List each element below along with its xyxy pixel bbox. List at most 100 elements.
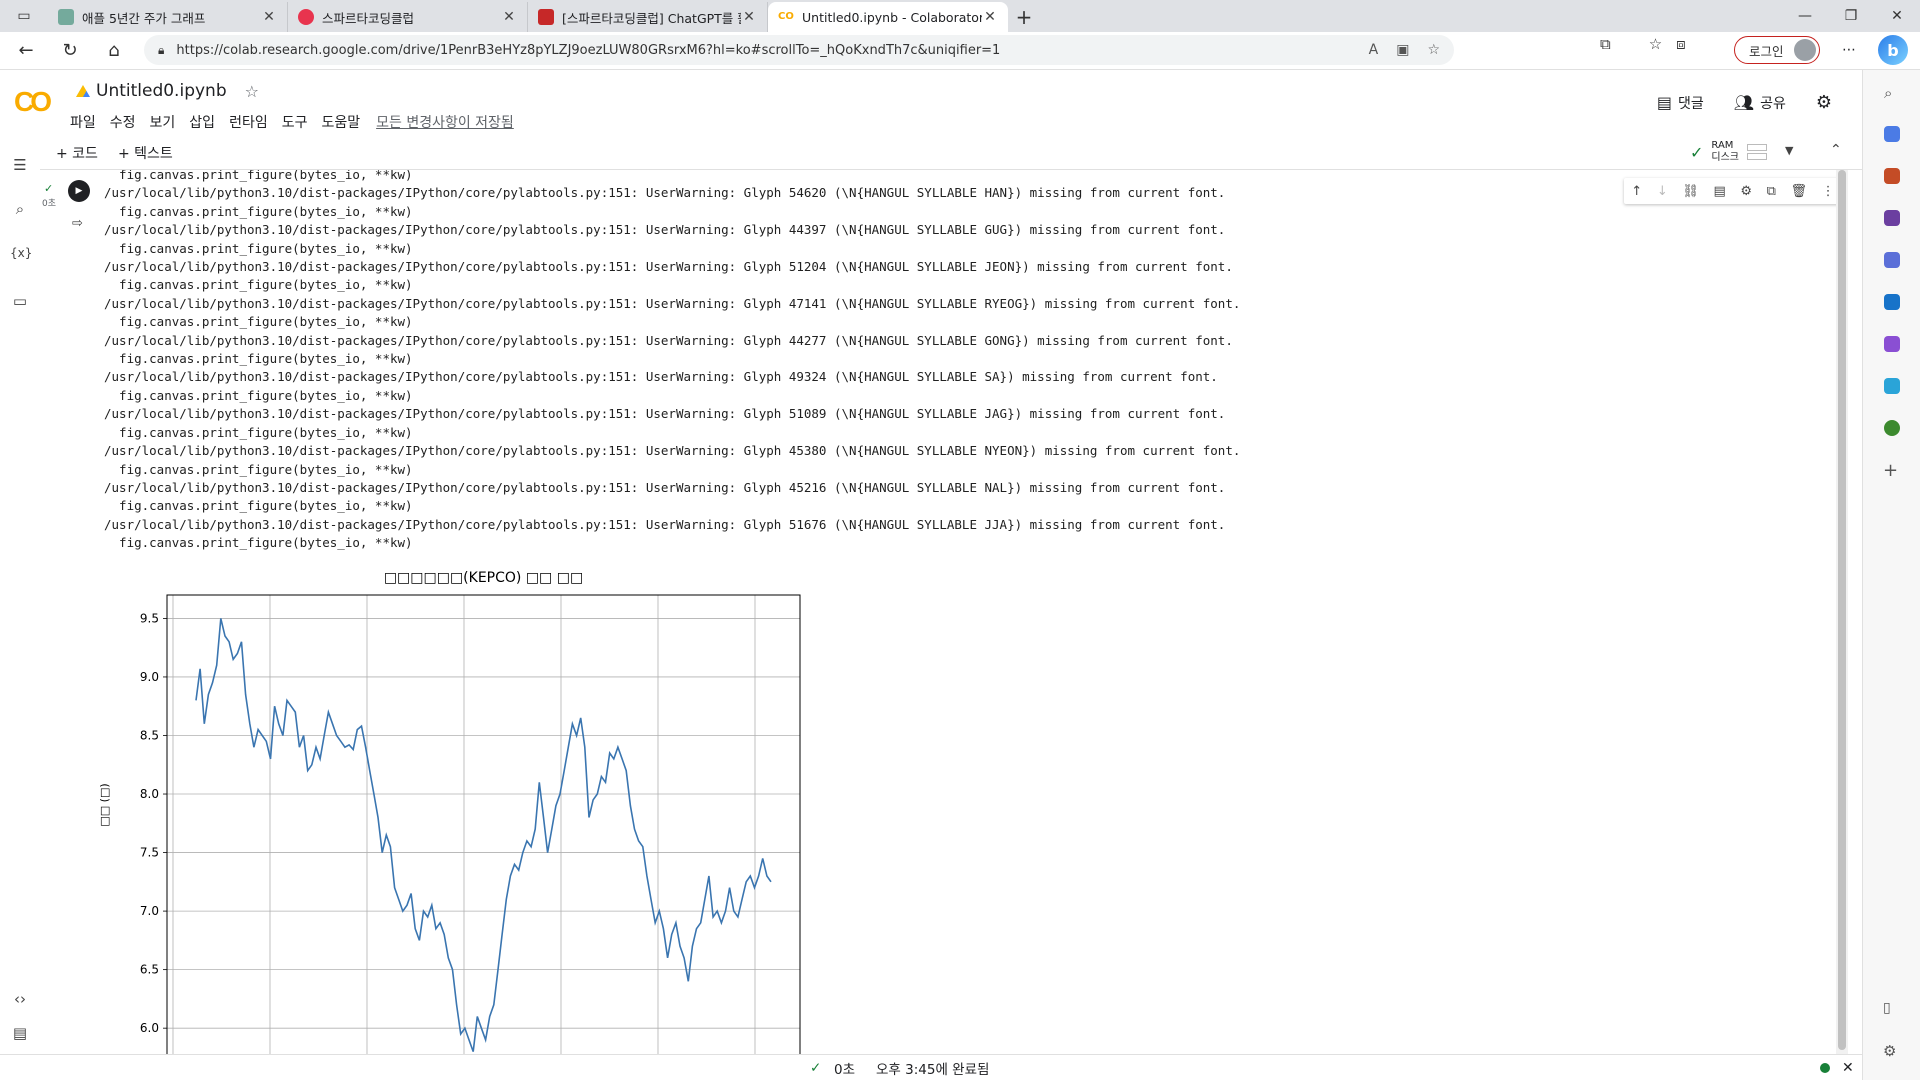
sidebar-settings-icon[interactable]: ⚙ <box>1883 1042 1896 1060</box>
tab-actions-icon[interactable]: ▭ <box>0 0 48 32</box>
close-icon[interactable]: ✕ <box>1842 1060 1854 1076</box>
new-tab-icon[interactable]: + <box>1008 2 1040 32</box>
menu-runtime[interactable]: 런타임 <box>229 112 268 132</box>
share-button[interactable]: 👥︎ 공유 <box>1734 93 1786 113</box>
scrollbar-thumb[interactable] <box>1838 170 1846 1050</box>
reload-icon[interactable]: ↻ <box>52 33 88 69</box>
login-label: 로그인 <box>1749 43 1784 59</box>
favorite-add-icon[interactable]: ☆ <box>1427 42 1440 58</box>
close-tab-icon[interactable]: ✕ <box>261 9 277 25</box>
y-tick-label: 7.0 <box>140 904 159 918</box>
cell-output: fig.canvas.print_figure(bytes_io, **kw) /… <box>104 170 1240 553</box>
office-icon[interactable] <box>1884 252 1900 268</box>
add-text-button[interactable]: + 텍스트 <box>118 143 173 163</box>
lock-icon[interactable]: 🔒︎ <box>158 43 164 58</box>
output-line: /usr/local/lib/python3.10/dist-packages/… <box>104 479 1226 495</box>
notebook-title[interactable]: Untitled0.ipynb <box>96 81 227 101</box>
close-window-icon[interactable]: ✕ <box>1874 0 1920 32</box>
restore-icon[interactable]: ❐ <box>1828 0 1874 32</box>
drive-icon[interactable] <box>76 85 90 97</box>
home-icon[interactable]: ⌂ <box>96 33 132 69</box>
files-icon[interactable]: ▭ <box>10 292 30 310</box>
move-down-icon[interactable]: ↓ <box>1657 184 1668 199</box>
tree-icon[interactable] <box>1884 420 1900 436</box>
games-icon[interactable] <box>1884 210 1900 226</box>
toc-icon[interactable]: ☰ <box>10 156 30 174</box>
star-icon[interactable]: ☆ <box>245 82 259 101</box>
tools-icon[interactable] <box>1884 168 1900 184</box>
more-icon[interactable]: ⋯ <box>1842 42 1856 58</box>
more-vert-icon[interactable]: ⋮ <box>1822 184 1835 199</box>
chatgpt-favicon-icon <box>58 9 74 25</box>
move-up-icon[interactable]: ↑ <box>1631 184 1642 199</box>
output-options-icon[interactable]: ⇨ <box>72 216 83 231</box>
y-tick-label: 6.0 <box>140 1021 159 1035</box>
favorites-icon[interactable]: ☆ <box>1649 35 1662 53</box>
comment-icon: ▤ <box>1656 92 1673 112</box>
url-text[interactable]: https://colab.research.google.com/drive/… <box>176 43 1368 58</box>
output-line: /usr/local/lib/python3.10/dist-packages/… <box>104 222 1226 238</box>
menu-help[interactable]: 도움말 <box>321 112 360 132</box>
comment-button[interactable]: ▤ 댓글 <box>1657 93 1704 113</box>
gear-icon[interactable]: ⚙ <box>1740 184 1752 199</box>
search-icon[interactable]: ⌕ <box>1884 84 1900 102</box>
edge-sidebar: ⌕ + ▯ ⚙ <box>1862 70 1920 1080</box>
output-line: fig.canvas.print_figure(bytes_io, **kw) <box>104 170 413 182</box>
outlook-icon[interactable] <box>1884 294 1900 310</box>
code-cell[interactable]: ✓ 0초 ▶ ⇨ fig.canvas.print_figure(bytes_i… <box>40 170 1840 1054</box>
back-icon[interactable]: ← <box>8 33 44 69</box>
output-line: fig.canvas.print_figure(bytes_io, **kw) <box>104 535 413 551</box>
run-cell-button[interactable]: ▶ <box>68 180 90 202</box>
status-time: 0초 <box>834 1061 856 1078</box>
search-icon[interactable]: ⌕ <box>10 200 30 218</box>
profile-login-button[interactable]: 로그인 <box>1734 36 1820 64</box>
add-code-button[interactable]: + 코드 <box>56 143 98 163</box>
settings-icon[interactable]: ⚙ <box>1816 92 1832 113</box>
colab-logo[interactable]: CO <box>14 86 52 118</box>
colab-favicon-icon: CO <box>778 11 794 22</box>
browser-tab-3[interactable]: [스파르타코딩클럽] ChatGPT를 활 ✕ <box>528 2 768 32</box>
browser-tab-2[interactable]: 스파르타코딩클럽 ✕ <box>288 2 528 32</box>
immersive-reader-icon[interactable]: ▣ <box>1396 42 1409 58</box>
vertical-scrollbar[interactable] <box>1836 170 1848 1054</box>
chevron-down-icon[interactable]: ▼ <box>1785 144 1793 157</box>
browser-tab-4[interactable]: CO Untitled0.ipynb - Colaboratory ✕ <box>768 2 1008 32</box>
shopping-icon[interactable] <box>1884 126 1900 142</box>
comment-icon[interactable]: ▤ <box>1713 184 1725 199</box>
send-icon[interactable] <box>1884 378 1900 394</box>
address-bar[interactable]: 🔒︎ https://colab.research.google.com/dri… <box>144 35 1454 65</box>
designer-icon[interactable] <box>1884 336 1900 352</box>
close-tab-icon[interactable]: ✕ <box>501 9 517 25</box>
add-sidebar-app-icon[interactable]: + <box>1883 460 1898 481</box>
output-line: fig.canvas.print_figure(bytes_io, **kw) <box>104 277 413 293</box>
resource-indicator[interactable]: ✓ RAM 디스크 <box>1690 140 1768 164</box>
disk-label: 디스크 <box>1711 152 1740 163</box>
tab-title: [스파르타코딩클럽] ChatGPT를 활 <box>562 10 741 26</box>
bing-copilot-icon[interactable]: b <box>1878 35 1908 65</box>
tab-title: Untitled0.ipynb - Colaboratory <box>802 9 982 25</box>
terminal-icon[interactable]: ▤ <box>10 1024 30 1042</box>
close-tab-icon[interactable]: ✕ <box>982 9 998 25</box>
sidebar-toggle-icon[interactable]: ▯ <box>1883 1000 1891 1016</box>
variables-icon[interactable]: {x} <box>10 246 32 260</box>
menu-edit[interactable]: 수정 <box>110 112 136 132</box>
close-tab-icon[interactable]: ✕ <box>741 9 757 25</box>
extensions-icon[interactable]: ⧉ <box>1600 35 1611 53</box>
save-status[interactable]: 모든 변경사항이 저장됨 <box>376 112 514 132</box>
menu-insert[interactable]: 삽입 <box>189 112 215 132</box>
mirror-cell-icon[interactable]: ⧉ <box>1767 184 1776 199</box>
delete-icon[interactable]: 🗑︎ <box>1791 184 1808 199</box>
minimize-icon[interactable]: — <box>1782 0 1828 32</box>
browser-tab-1[interactable]: 애플 5년간 주가 그래프 ✕ <box>48 2 288 32</box>
menu-view[interactable]: 보기 <box>150 112 176 132</box>
collections-icon[interactable]: ⧈ <box>1676 35 1686 53</box>
menu-bar: 파일 수정 보기 삽입 런타임 도구 도움말 모든 변경사항이 저장됨 <box>70 112 514 132</box>
link-icon[interactable]: ⛓ <box>1682 184 1699 199</box>
code-snippets-icon[interactable]: ‹› <box>10 990 30 1008</box>
read-aloud-icon[interactable]: A <box>1369 42 1379 58</box>
menu-tools[interactable]: 도구 <box>282 112 308 132</box>
output-line: /usr/local/lib/python3.10/dist-packages/… <box>104 259 1233 275</box>
menu-file[interactable]: 파일 <box>70 112 96 132</box>
output-line: fig.canvas.print_figure(bytes_io, **kw) <box>104 461 413 477</box>
chevron-up-icon[interactable]: ⌃ <box>1830 142 1842 158</box>
